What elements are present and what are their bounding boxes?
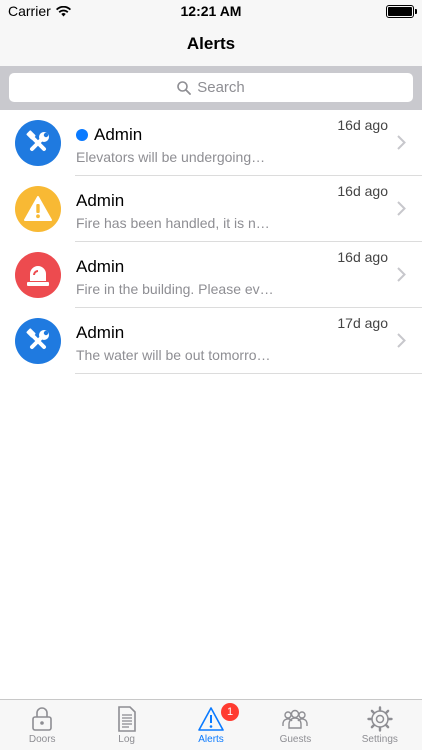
- alert-preview: Fire in the building. Please ev…: [76, 281, 274, 297]
- alert-time: 17d ago: [337, 315, 388, 331]
- tab-doors[interactable]: Doors: [0, 700, 84, 750]
- tab-label: Doors: [28, 734, 56, 745]
- alert-row[interactable]: Admin Fire has been handled, it is n… 16…: [0, 176, 422, 242]
- guests-icon: [282, 709, 309, 729]
- alert-row[interactable]: Admin Fire in the building. Please ev… 1…: [0, 242, 422, 308]
- navigation-bar: Alerts: [0, 22, 422, 66]
- search-input[interactable]: Search: [9, 73, 413, 102]
- alert-row[interactable]: Admin Elevators will be undergoing… 16d …: [0, 110, 422, 176]
- alert-time: 16d ago: [337, 183, 388, 199]
- alert-preview: The water will be out tomorro…: [76, 347, 271, 363]
- gear-icon: [367, 706, 393, 732]
- chevron-right-icon: [397, 267, 406, 282]
- lock-icon: [32, 707, 53, 731]
- tab-label: Guests: [279, 734, 312, 745]
- chevron-right-icon: [397, 333, 406, 348]
- warning-icon: [15, 186, 61, 232]
- divider: [75, 373, 422, 374]
- alerts-list: Admin Elevators will be undergoing… 16d …: [0, 110, 422, 374]
- tab-label: Log: [118, 734, 135, 745]
- alarm-light-icon: [15, 252, 61, 298]
- status-bar: Carrier 12:21 AM: [0, 0, 422, 22]
- alert-time: 16d ago: [337, 117, 388, 133]
- tab-settings[interactable]: Settings: [338, 700, 422, 750]
- chevron-right-icon: [397, 201, 406, 216]
- alert-preview: Fire has been handled, it is n…: [76, 215, 270, 231]
- document-icon: [117, 706, 136, 732]
- chevron-right-icon: [397, 135, 406, 150]
- tab-bar: Doors Log 1 Alerts Guests Settings: [0, 699, 422, 750]
- alert-sender: Admin: [76, 323, 125, 342]
- page-title: Alerts: [186, 34, 236, 53]
- alert-preview: Elevators will be undergoing…: [76, 149, 266, 165]
- battery-icon: [386, 5, 417, 18]
- tools-icon: [15, 318, 61, 364]
- search-placeholder: Search: [197, 79, 245, 96]
- tab-log[interactable]: Log: [84, 700, 168, 750]
- alert-row[interactable]: Admin The water will be out tomorro… 17d…: [0, 308, 422, 374]
- status-time: 12:21 AM: [180, 3, 242, 19]
- search-icon: [177, 80, 192, 95]
- alerts-badge: 1: [221, 703, 240, 721]
- alert-sender: Admin: [94, 125, 143, 144]
- alert-sender: Admin: [76, 191, 125, 210]
- tab-alerts[interactable]: 1 Alerts: [169, 700, 253, 750]
- alert-sender: Admin: [76, 257, 125, 276]
- tab-guests[interactable]: Guests: [253, 700, 337, 750]
- alert-time: 16d ago: [337, 249, 388, 265]
- tab-label: Settings: [361, 734, 398, 745]
- unread-dot: [76, 129, 88, 141]
- search-bar: Search: [0, 66, 422, 110]
- tab-label: Alerts: [198, 734, 224, 745]
- tools-icon: [15, 120, 61, 166]
